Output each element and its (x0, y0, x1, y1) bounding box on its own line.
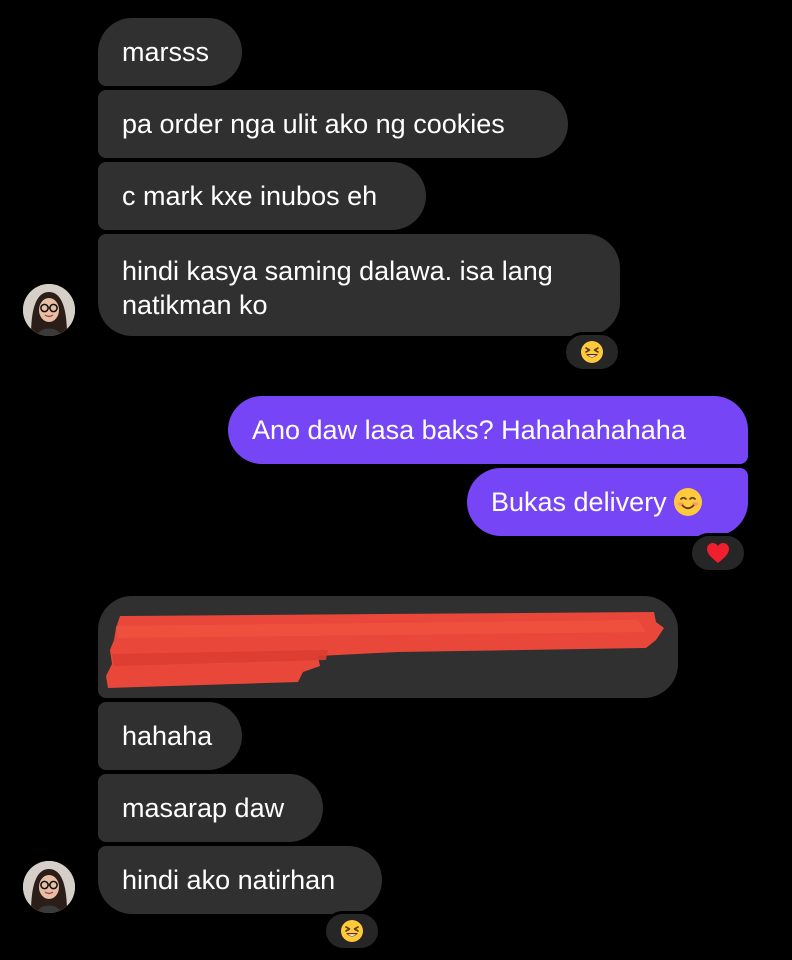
message-bubble[interactable]: Bukas delivery (467, 468, 748, 536)
message-bubble[interactable]: hindi ako natirhan (98, 846, 382, 914)
message-bubble[interactable]: masarap daw (98, 774, 323, 842)
redacted-message-bubble[interactable] (98, 596, 678, 698)
avatar-image (23, 861, 75, 913)
contact-avatar[interactable] (23, 861, 75, 913)
message-bubble[interactable]: hahaha (98, 702, 242, 770)
message-reaction[interactable] (689, 533, 747, 573)
message-bubble[interactable]: marsss (98, 18, 242, 86)
message-text-line: natikman ko (122, 290, 268, 320)
redaction-scribble (106, 612, 664, 688)
message-text: c mark kxe inubos eh (122, 181, 378, 211)
laughing-squinting-icon (341, 920, 363, 942)
message-text-line: hindi kasya saming dalawa. isa lang (122, 256, 553, 286)
message-text: hindi ako natirhan (122, 865, 336, 895)
message-text: pa order nga ulit ako ng cookies (122, 109, 505, 139)
message-bubble[interactable]: pa order nga ulit ako ng cookies (98, 90, 568, 158)
message-reaction[interactable] (563, 332, 621, 372)
red-heart-icon (707, 543, 729, 563)
laughing-squinting-icon (581, 341, 603, 363)
message-bubble[interactable]: hindi kasya saming dalawa. isa lang nati… (98, 234, 620, 336)
avatar-image (23, 284, 75, 336)
message-text: Bukas delivery (491, 487, 667, 517)
message-bubble[interactable]: c mark kxe inubos eh (98, 162, 426, 230)
message-bubble[interactable]: Ano daw lasa baks? Hahahahahaha (228, 396, 748, 464)
message-reaction[interactable] (323, 911, 381, 951)
message-text: masarap daw (122, 793, 285, 823)
smiling-blush-icon (673, 488, 702, 516)
message-text: hahaha (122, 721, 213, 751)
message-text: marsss (122, 37, 209, 67)
contact-avatar[interactable] (23, 284, 75, 336)
message-text: Ano daw lasa baks? Hahahahahaha (252, 415, 686, 445)
